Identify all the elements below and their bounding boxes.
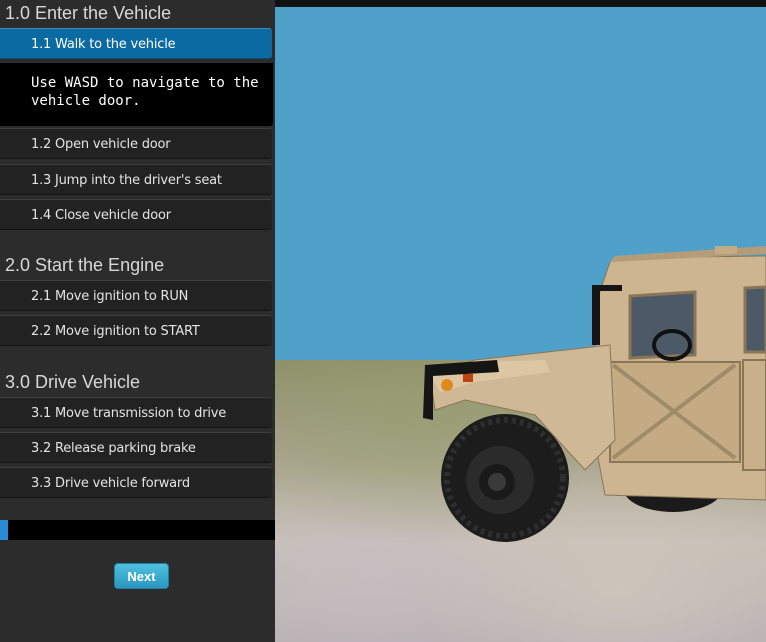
step-close-vehicle-door[interactable]: 1.4 Close vehicle door xyxy=(0,199,272,230)
section-title-start-engine: 2.0 Start the Engine xyxy=(5,255,165,275)
step-release-parking-brake[interactable]: 3.2 Release parking brake xyxy=(0,432,272,463)
step-transmission-drive[interactable]: 3.1 Move transmission to drive xyxy=(0,397,272,428)
step-drive-forward[interactable]: 3.3 Drive vehicle forward xyxy=(0,467,272,498)
3d-viewport[interactable] xyxy=(275,0,766,642)
step-ignition-run[interactable]: 2.1 Move ignition to RUN xyxy=(0,280,272,311)
task-sidebar: 1.0 Enter the Vehicle 1.1 Walk to the ve… xyxy=(0,0,275,642)
step-walk-to-vehicle[interactable]: 1.1 Walk to the vehicle xyxy=(0,28,272,59)
progress-bar xyxy=(0,520,275,540)
section-title-drive-vehicle: 3.0 Drive Vehicle xyxy=(5,372,141,392)
step-description: Use WASD to navigate to the vehicle door… xyxy=(0,63,273,126)
step-open-vehicle-door[interactable]: 1.2 Open vehicle door xyxy=(0,128,272,159)
step-jump-into-seat[interactable]: 1.3 Jump into the driver's seat xyxy=(0,164,272,195)
section-title-enter-vehicle: 1.0 Enter the Vehicle xyxy=(5,3,172,23)
next-button[interactable]: Next xyxy=(114,563,169,589)
humvee-vehicle[interactable] xyxy=(275,0,766,642)
progress-bar-fill xyxy=(0,520,9,540)
step-ignition-start[interactable]: 2.2 Move ignition to START xyxy=(0,315,272,346)
